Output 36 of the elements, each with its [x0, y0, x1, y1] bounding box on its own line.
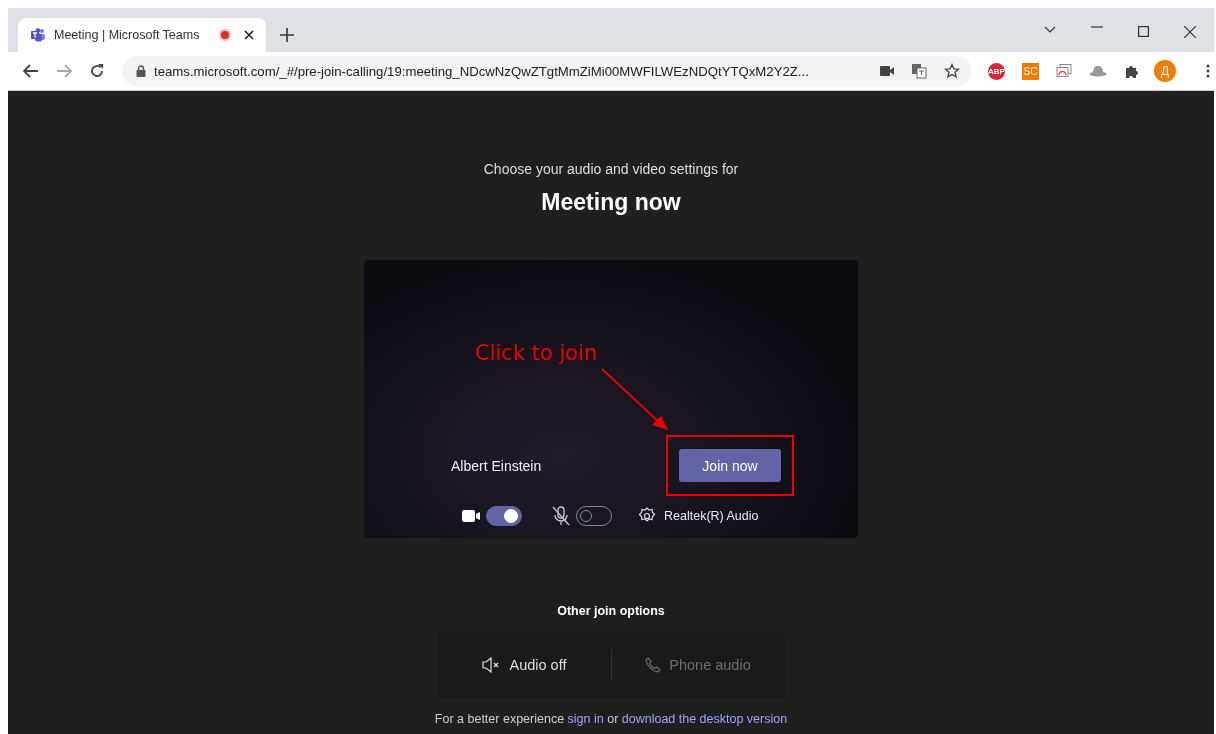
- annotation-label: Click to join: [475, 341, 598, 365]
- star-icon[interactable]: [944, 63, 960, 79]
- browser-tab[interactable]: Meeting | Microsoft Teams: [18, 18, 266, 52]
- extensions-icon[interactable]: [1124, 63, 1140, 79]
- sign-in-link[interactable]: sign in: [567, 712, 604, 726]
- adblock-button[interactable]: ABP: [988, 62, 1005, 80]
- back-icon[interactable]: [23, 64, 39, 78]
- address-bar[interactable]: teams.microsoft.com/_#/pre-join-calling/19:meeting_NDcwNzQwZTgtMmZiMi00MWFILWEzNDQtYTQxM2Y2Z...: [122, 56, 972, 86]
- hat-icon[interactable]: [1089, 65, 1107, 77]
- microphone-muted-icon: [552, 506, 570, 526]
- audio-device-label[interactable]: Realtek(R) Audio: [664, 509, 759, 523]
- new-tab-icon[interactable]: [280, 28, 294, 42]
- close-icon[interactable]: [244, 30, 254, 40]
- join-button[interactable]: Join now: [679, 449, 781, 482]
- user-name: Albert Einstein: [451, 457, 543, 474]
- close-icon[interactable]: [1184, 26, 1196, 38]
- translate-icon[interactable]: [911, 63, 927, 79]
- chevron-down-icon[interactable]: [1044, 26, 1056, 34]
- phone-icon: [645, 657, 662, 673]
- audio-off-button[interactable]: Audio off: [437, 645, 611, 685]
- teams-icon: [30, 27, 46, 43]
- camera-icon: [462, 510, 480, 522]
- section-heading: Other join options: [557, 604, 665, 618]
- tab-title: Meeting | Microsoft Teams: [54, 28, 201, 42]
- camera-icon[interactable]: [880, 66, 894, 76]
- lock-icon: [136, 65, 146, 77]
- annotation-arrow: [600, 367, 670, 431]
- meeting-title: Meeting now: [541, 189, 681, 216]
- menu-icon[interactable]: [1206, 64, 1210, 78]
- maximize-icon[interactable]: [1138, 26, 1149, 37]
- download-link[interactable]: download the desktop version: [621, 712, 788, 726]
- reload-icon[interactable]: [89, 63, 105, 79]
- intro-text: Choose your audio and video settings for: [483, 161, 739, 177]
- footer-text: For a better experience sign in or download the desktop version: [434, 712, 788, 726]
- camera-toggle[interactable]: [486, 506, 522, 526]
- window-stack-icon[interactable]: [1056, 64, 1072, 78]
